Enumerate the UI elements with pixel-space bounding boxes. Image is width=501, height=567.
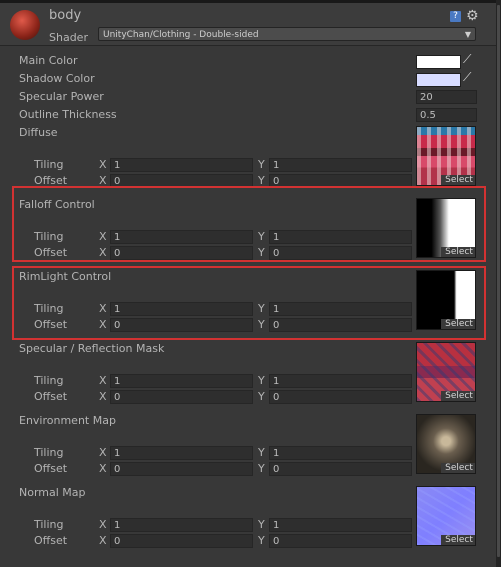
gear-icon[interactable]: ⚙ <box>466 8 479 24</box>
tiling-label: Tiling <box>34 446 64 459</box>
outline-thickness-label: Outline Thickness <box>19 108 117 121</box>
x-label: X <box>99 374 107 387</box>
shader-dropdown-value: UnityChan/Clothing - Double-sided <box>103 30 259 40</box>
specular-power-field[interactable]: 20 <box>416 90 477 104</box>
tiling-y-field[interactable]: 1 <box>269 374 412 388</box>
offset-y-field[interactable]: 0 <box>269 390 412 404</box>
tiling-y-field[interactable]: 1 <box>269 446 412 460</box>
eyedropper-icon[interactable]: ⟋ <box>463 52 471 67</box>
y-label: Y <box>258 446 265 459</box>
rimlight-highlight-box <box>12 266 486 340</box>
texture-property: Environment Map Tiling X 1 Y 1 Offset X … <box>0 414 496 478</box>
offset-label: Offset <box>34 462 68 475</box>
texture-select-button[interactable]: Select <box>441 175 475 185</box>
offset-label: Offset <box>34 534 68 547</box>
texture-label: Normal Map <box>19 486 86 499</box>
shader-dropdown[interactable]: UnityChan/Clothing - Double-sided ▼ <box>98 27 476 41</box>
material-name: body <box>49 8 82 23</box>
texture-label: Diffuse <box>19 126 58 139</box>
tiling-x-field[interactable]: 1 <box>110 374 253 388</box>
scrollbar[interactable] <box>496 0 501 567</box>
y-label: Y <box>258 534 265 547</box>
x-label: X <box>99 534 107 547</box>
texture-property: Specular / Reflection Mask Tiling X 1 Y … <box>0 342 496 406</box>
texture-select-button[interactable]: Select <box>441 463 475 473</box>
shader-label: Shader <box>49 31 88 44</box>
main-color-swatch[interactable] <box>416 55 461 69</box>
eyedropper-icon[interactable]: ⟋ <box>463 70 471 85</box>
tiling-label: Tiling <box>34 518 64 531</box>
tiling-x-field[interactable]: 1 <box>110 446 253 460</box>
help-icon[interactable]: ? <box>450 11 461 22</box>
texture-thumbnail[interactable]: Select <box>416 126 476 186</box>
y-label: Y <box>258 390 265 403</box>
material-preview-icon <box>10 10 40 40</box>
texture-select-button[interactable]: Select <box>441 535 475 545</box>
x-label: X <box>99 518 107 531</box>
main-color-label: Main Color <box>19 54 78 67</box>
offset-x-field[interactable]: 0 <box>110 462 253 476</box>
tiling-x-field[interactable]: 1 <box>110 518 253 532</box>
tiling-x-field[interactable]: 1 <box>110 158 253 172</box>
texture-thumbnail[interactable]: Select <box>416 414 476 474</box>
texture-label: Environment Map <box>19 414 116 427</box>
y-label: Y <box>258 158 265 171</box>
outline-thickness-field[interactable]: 0.5 <box>416 108 477 122</box>
y-label: Y <box>258 462 265 475</box>
texture-thumbnail[interactable]: Select <box>416 486 476 546</box>
x-label: X <box>99 158 107 171</box>
y-label: Y <box>258 374 265 387</box>
tiling-y-field[interactable]: 1 <box>269 518 412 532</box>
offset-label: Offset <box>34 390 68 403</box>
material-header: body Shader UnityChan/Clothing - Double-… <box>0 3 496 46</box>
offset-x-field[interactable]: 0 <box>110 390 253 404</box>
specular-power-label: Specular Power <box>19 90 104 103</box>
x-label: X <box>99 446 107 459</box>
tiling-y-field[interactable]: 1 <box>269 158 412 172</box>
texture-property: Normal Map Tiling X 1 Y 1 Offset X 0 Y 0… <box>0 486 496 550</box>
texture-property: Diffuse Tiling X 1 Y 1 Offset X 0 Y 0 Se… <box>0 126 496 190</box>
x-label: X <box>99 390 107 403</box>
offset-y-field[interactable]: 0 <box>269 462 412 476</box>
falloff-highlight-box <box>12 186 486 262</box>
tiling-label: Tiling <box>34 158 64 171</box>
offset-y-field[interactable]: 0 <box>269 534 412 548</box>
offset-x-field[interactable]: 0 <box>110 534 253 548</box>
x-label: X <box>99 462 107 475</box>
texture-thumbnail[interactable]: Select <box>416 342 476 402</box>
shadow-color-swatch[interactable] <box>416 73 461 87</box>
tiling-label: Tiling <box>34 374 64 387</box>
dropdown-arrow-icon: ▼ <box>464 30 471 39</box>
y-label: Y <box>258 518 265 531</box>
shadow-color-label: Shadow Color <box>19 72 95 85</box>
scrollbar-thumb[interactable] <box>497 5 500 557</box>
texture-label: Specular / Reflection Mask <box>19 342 165 355</box>
texture-select-button[interactable]: Select <box>441 391 475 401</box>
